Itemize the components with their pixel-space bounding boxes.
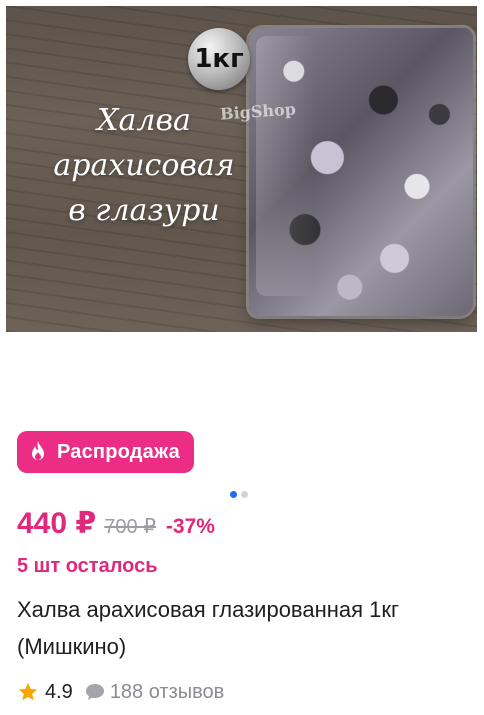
stock-remaining: 5 шт осталось xyxy=(17,555,158,577)
old-price: 700 ₽ xyxy=(104,516,156,538)
chat-bubble-icon xyxy=(85,684,104,700)
rating-value: 4.9 xyxy=(45,680,73,703)
image-caption: Халва арахисовая в глазури xyxy=(34,98,254,233)
weight-badge: 1кг xyxy=(188,28,250,90)
current-price: 440 ₽ xyxy=(17,507,97,540)
star-icon xyxy=(18,682,38,701)
image-caption-line: в глазури xyxy=(68,193,220,228)
fire-icon xyxy=(32,441,44,460)
price-row: 440 ₽ 700 ₽ -37% xyxy=(17,506,215,546)
product-title[interactable]: Халва арахисовая глазированная 1кг (Мишк… xyxy=(17,591,457,665)
image-caption-line: Халва xyxy=(97,103,191,138)
discount-percent: -37% xyxy=(165,515,215,538)
product-card[interactable]: 1кг BigShop Халва арахисовая в глазури Р… xyxy=(0,0,484,715)
carousel-dots[interactable] xyxy=(230,491,248,498)
carousel-dot[interactable] xyxy=(241,491,248,498)
sale-badge-label: Распродажа xyxy=(57,440,180,463)
image-caption-line: арахисовая xyxy=(53,148,235,183)
rating-row: 4.9 188 отзывов xyxy=(17,678,224,706)
reviews-count: 188 отзывов xyxy=(109,680,225,703)
sale-badge: Распродажа xyxy=(17,431,194,473)
bag-sheen xyxy=(256,36,316,296)
product-image[interactable]: 1кг BigShop Халва арахисовая в глазури xyxy=(6,6,477,332)
carousel-dot-active[interactable] xyxy=(230,491,237,498)
reviews-link[interactable]: 188 отзывов xyxy=(85,681,224,704)
